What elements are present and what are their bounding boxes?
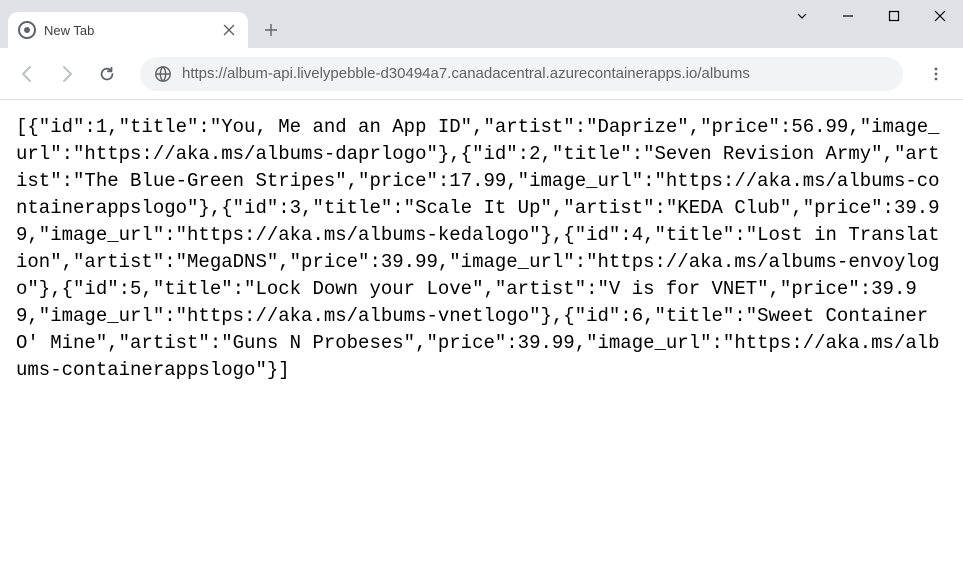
reload-button[interactable] <box>90 57 124 91</box>
json-response-body: [{"id":1,"title":"You, Me and an App ID"… <box>16 114 947 384</box>
close-window-button[interactable] <box>917 0 963 32</box>
toolbar: https://album-api.livelypebble-d30494a7.… <box>0 48 963 100</box>
chrome-icon <box>18 21 36 39</box>
page-content[interactable]: [{"id":1,"title":"You, Me and an App ID"… <box>0 100 963 569</box>
globe-icon <box>154 65 172 83</box>
back-button[interactable] <box>10 57 44 91</box>
new-tab-button[interactable] <box>256 15 286 45</box>
url-path: albums <box>702 65 750 82</box>
window-controls <box>779 0 963 32</box>
url-text: https://album-api.livelypebble-d30494a7.… <box>182 65 750 82</box>
url-host: album-api.livelypebble-d30494a7.canadace… <box>227 65 697 82</box>
close-tab-button[interactable] <box>220 21 238 39</box>
address-bar[interactable]: https://album-api.livelypebble-d30494a7.… <box>140 57 903 91</box>
minimize-button[interactable] <box>825 0 871 32</box>
menu-button[interactable] <box>919 57 953 91</box>
chevron-down-icon[interactable] <box>779 0 825 32</box>
forward-button[interactable] <box>50 57 84 91</box>
titlebar: New Tab <box>0 0 963 48</box>
tab-title: New Tab <box>44 23 212 38</box>
browser-tab[interactable]: New Tab <box>8 12 248 48</box>
maximize-button[interactable] <box>871 0 917 32</box>
